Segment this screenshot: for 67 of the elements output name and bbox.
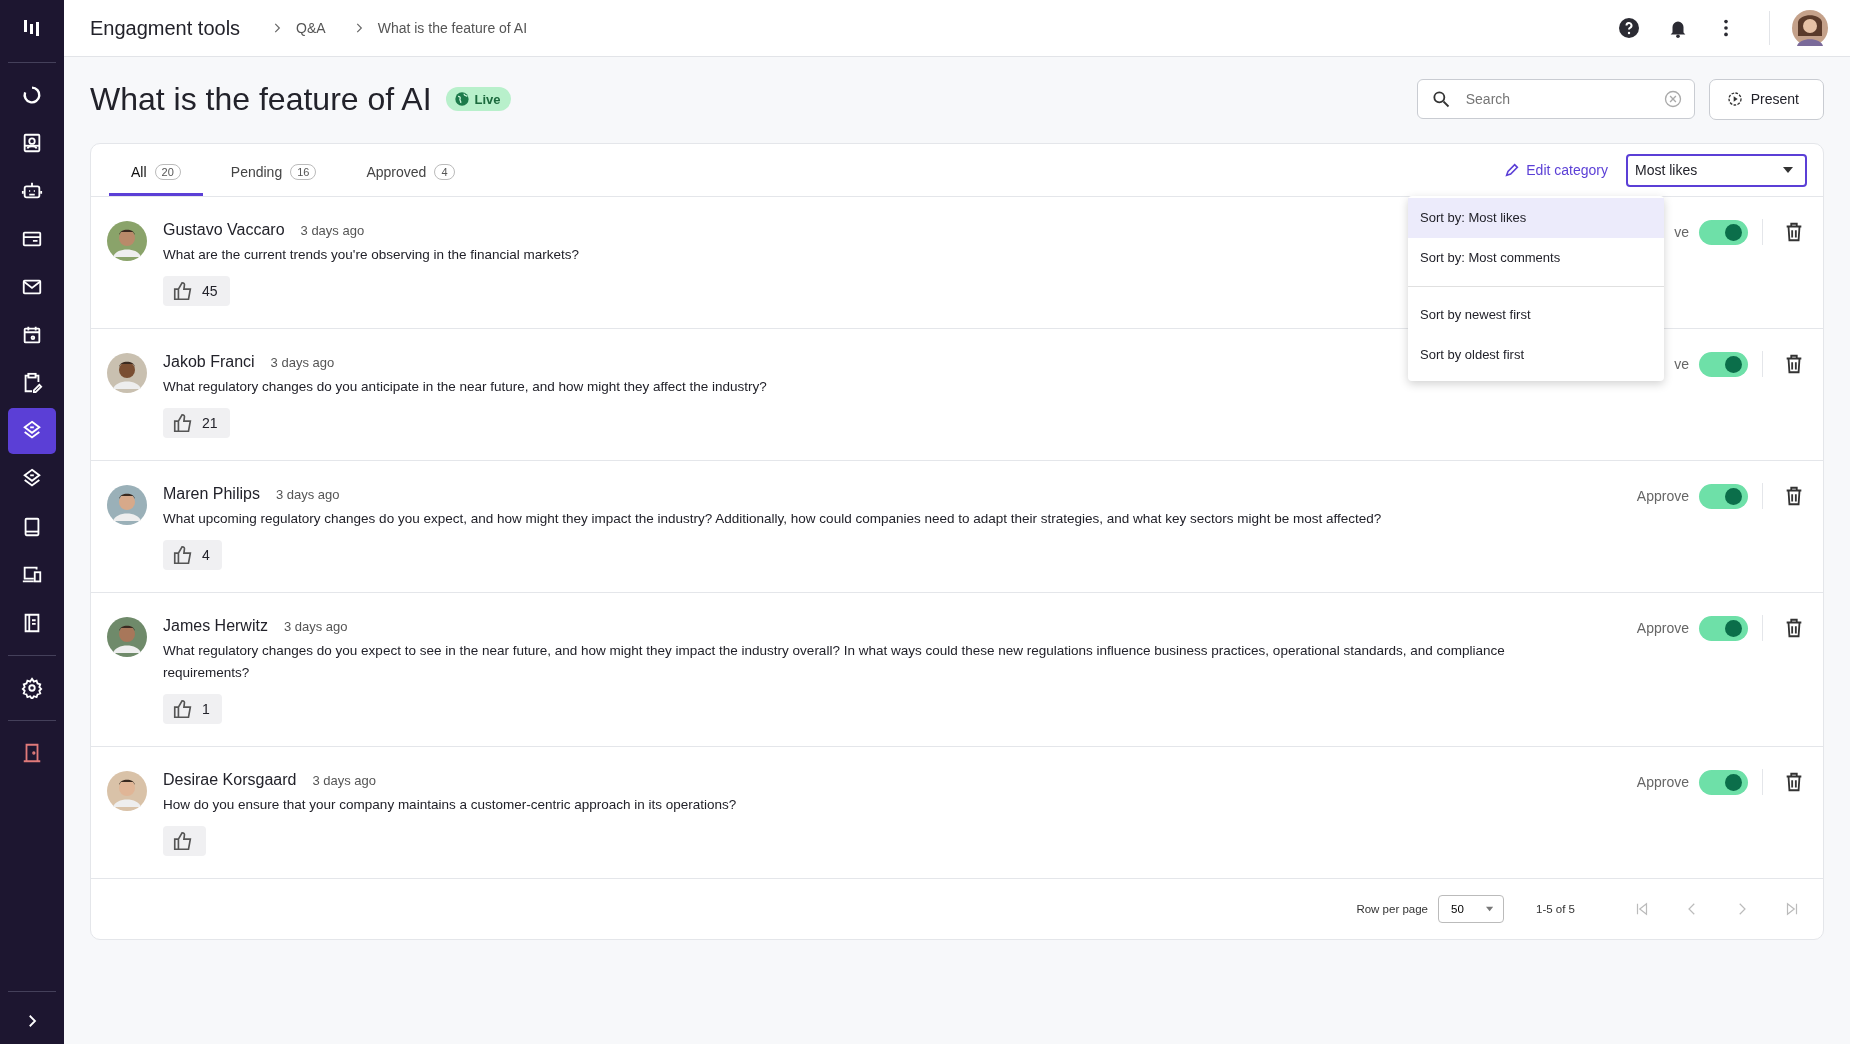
approve-label: ve — [1674, 356, 1689, 372]
breadcrumb-item[interactable]: Q&A — [296, 20, 326, 36]
timestamp: 3 days ago — [312, 773, 376, 788]
globe-icon — [453, 91, 470, 107]
author-name: Maren Philips — [163, 485, 260, 503]
settings-icon — [21, 677, 43, 699]
question-text: What are the current trends you're observing in the financial markets? — [163, 246, 580, 264]
approve-toggle[interactable] — [1699, 483, 1748, 509]
approve-toggle[interactable] — [1699, 351, 1748, 377]
tab[interactable]: Pending 16 — [208, 144, 339, 196]
door-icon — [21, 742, 43, 764]
like-button[interactable]: 45 — [163, 276, 230, 306]
approve-toggle[interactable] — [1699, 769, 1748, 795]
approve-toggle[interactable] — [1699, 615, 1748, 641]
menu-item[interactable]: Sort by newest first — [1408, 294, 1664, 335]
approve-toggle[interactable] — [1699, 219, 1748, 245]
question-text: What regulatory changes do you expect to see in the near future, and how might they impact the industry overall? In what ways could these new regulations influence business practices, operational standards, and compliance requirements? — [163, 642, 1506, 682]
tab[interactable]: Approved 4 — [344, 144, 477, 196]
thumbs-up-icon — [172, 830, 194, 852]
search-field[interactable]: Search — [1416, 79, 1695, 119]
approve-label: Approve — [1636, 774, 1689, 790]
search-icon — [1430, 89, 1451, 109]
approve-label: ve — [1674, 224, 1689, 240]
page-title: What is the feature of AI — [90, 80, 432, 118]
rows-per-page-label: Row per page — [1356, 903, 1428, 915]
play-icon — [1726, 91, 1743, 107]
sidebar-item[interactable] — [8, 408, 56, 454]
timestamp: 3 days ago — [270, 355, 335, 370]
thumbs-up-icon — [172, 698, 194, 720]
present-button[interactable]: Present — [1708, 78, 1824, 120]
author-name: Desirae Korsgaard — [163, 771, 297, 789]
caret-icon — [1783, 167, 1793, 173]
menu-item[interactable]: Sort by oldest first — [1408, 334, 1664, 375]
approve-label: Approve — [1636, 620, 1689, 636]
thumbs-up-icon — [172, 412, 194, 434]
question-text: What upcoming regulatory changes do you expect, and how might they impact the industry? Additionally, how could companies need to adapt their strategies, and what key sectors might be most affected? — [163, 510, 1382, 528]
breadcrumb-item: What is the feature of AI — [377, 20, 528, 36]
rows-per-page-select[interactable]: 50 — [1438, 895, 1504, 923]
help-icon[interactable] — [1617, 16, 1641, 40]
progress-icon — [21, 84, 43, 106]
thumbs-up-icon — [172, 544, 194, 566]
question-text: What regulatory changes do you anticipate in the near future, and how might they affect the industry? — [163, 378, 767, 396]
menu-item[interactable]: Sort by: Most comments — [1408, 237, 1664, 278]
edit-category-link[interactable]: Edit category — [1504, 162, 1608, 178]
like-button[interactable]: 21 — [163, 408, 230, 438]
tab[interactable]: All 20 — [109, 144, 203, 196]
pencil-icon — [1504, 162, 1521, 178]
timestamp: 3 days ago — [275, 487, 340, 502]
calendar-icon — [21, 324, 43, 346]
contact-card-icon — [21, 132, 43, 154]
like-button[interactable] — [163, 826, 206, 856]
like-button[interactable]: 4 — [163, 540, 222, 570]
author-name: Gustavo Vaccaro — [163, 221, 285, 239]
caret-icon — [1485, 906, 1493, 912]
menu-item[interactable]: Sort by: Most likes — [1408, 197, 1664, 238]
author-name: Jakob Franci — [163, 353, 255, 371]
timestamp: 3 days ago — [283, 619, 348, 634]
thumbs-up-icon — [172, 280, 194, 302]
breadcrumb-item[interactable]: Engagment tools — [90, 16, 241, 40]
live-badge: Live — [445, 87, 511, 111]
page-range: 1-5 of 5 — [1536, 903, 1575, 915]
sort-select[interactable]: Most likes — [1626, 153, 1807, 187]
question-text: How do you ensure that your company maintains a customer-centric approach in its operations? — [163, 796, 737, 814]
author-name: James Herwitz — [163, 617, 268, 635]
approve-label: Approve — [1636, 488, 1689, 504]
like-button[interactable]: 1 — [163, 694, 222, 724]
timestamp: 3 days ago — [300, 223, 365, 238]
